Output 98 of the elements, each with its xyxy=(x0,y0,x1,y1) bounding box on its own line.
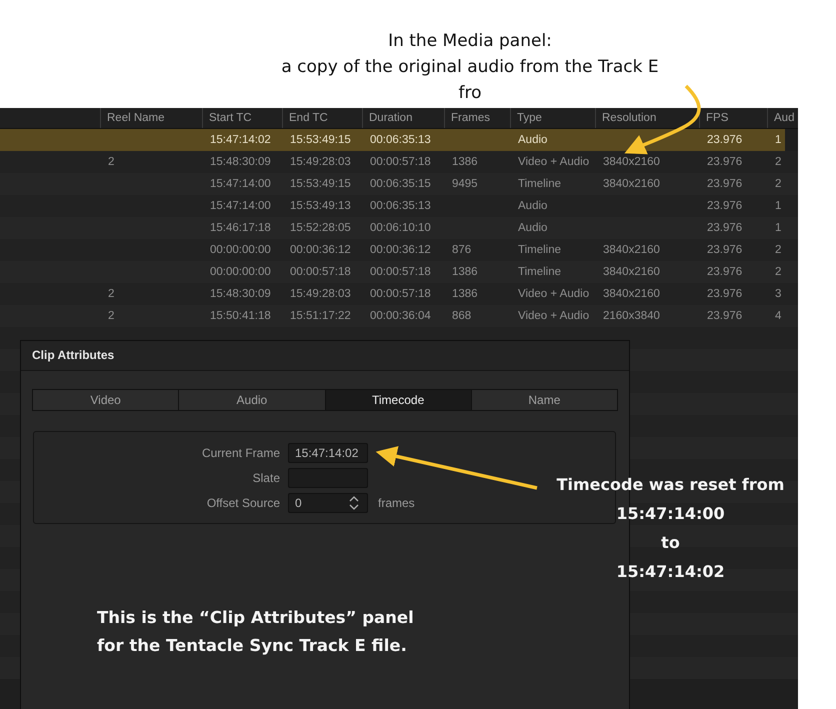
table-cell: 00:00:36:12 xyxy=(290,244,351,256)
table-cell: 00:00:57:18 xyxy=(290,266,351,278)
table-cell: 2 xyxy=(775,266,782,278)
spinner-field[interactable]: 0 xyxy=(288,492,368,512)
table-cell: Audio xyxy=(518,200,548,212)
table-cell: Audio xyxy=(518,222,548,234)
column-header[interactable]: Reel Name xyxy=(100,108,202,128)
table-cell: 15:53:49:15 xyxy=(290,134,351,146)
annotation-text: Timecode was reset from 15:47:14:00 to 15:47:14:02 xyxy=(556,474,786,583)
column-header[interactable]: Resolution xyxy=(595,108,699,128)
unit-label: frames xyxy=(378,496,415,510)
dialog-title: Clip Attributes xyxy=(21,341,629,371)
table-cell: 23.976 xyxy=(707,178,742,190)
field-label: Current Frame xyxy=(200,446,281,460)
table-cell: 15:53:49:15 xyxy=(290,178,351,190)
table-cell: Video + Audio xyxy=(518,156,590,168)
table-row[interactable]: 2 15:50:41:18 15:51:17:22 00:00:36:04 868 Video + Audio 2160x3840 23.976 4 xyxy=(0,305,798,327)
tab[interactable]: Timecode xyxy=(324,390,471,410)
table-cell: Audio xyxy=(518,134,548,146)
table-cell: 1386 xyxy=(452,266,478,278)
table-cell: 23.976 xyxy=(707,288,742,300)
table-cell: 15:47:14:00 xyxy=(210,200,271,212)
table-row[interactable]: 15:47:14:02 15:53:49:15 00:06:35:13 Audio 23.976 1 xyxy=(0,129,785,151)
table-cell: 15:51:17:22 xyxy=(290,310,351,322)
table-cell: 1 xyxy=(775,222,782,234)
table-cell: Timeline xyxy=(518,244,562,256)
column-header[interactable]: Type xyxy=(510,108,595,128)
table-cell: 15:46:17:18 xyxy=(210,222,271,234)
table-cell: 23.976 xyxy=(707,244,742,256)
table-cell: 2160x3840 xyxy=(603,310,660,322)
table-cell: 2 xyxy=(108,288,114,300)
table-cell: 15:47:14:00 xyxy=(210,178,271,190)
table-cell: 23.976 xyxy=(707,134,742,146)
table-cell: 3840x2160 xyxy=(603,178,660,190)
table-cell: 00:00:57:18 xyxy=(370,288,431,300)
table-cell: 15:49:28:03 xyxy=(290,288,351,300)
table-cell: 00:00:00:00 xyxy=(210,244,271,256)
table-cell: 3 xyxy=(775,288,782,300)
table-cell: 23.976 xyxy=(707,310,742,322)
table-cell: 1386 xyxy=(452,156,478,168)
table-cell: 2 xyxy=(108,156,114,168)
table-cell: 9495 xyxy=(452,178,478,190)
table-cell: 00:06:35:15 xyxy=(370,178,431,190)
tab[interactable]: Video xyxy=(33,390,178,410)
table-cell: 15:53:49:13 xyxy=(290,200,351,212)
column-header[interactable]: Duration xyxy=(362,108,444,128)
table-cell: 15:52:28:05 xyxy=(290,222,351,234)
table-cell: 00:06:10:10 xyxy=(370,222,431,234)
annotation-text: In the Media panel: a copy of the original audio from the Track E fro xyxy=(281,30,659,105)
tab[interactable]: Audio xyxy=(178,390,324,410)
table-cell: 23.976 xyxy=(707,266,742,278)
table-cell: 23.976 xyxy=(707,200,742,212)
annotation-text: This is the “Clip Attributes” panel for the Tentacle Sync Track E file. xyxy=(97,607,415,657)
table-cell: 00:00:57:18 xyxy=(370,156,431,168)
table-cell: 00:00:36:12 xyxy=(370,244,431,256)
input-field[interactable]: 15:47:14:02 xyxy=(288,442,368,462)
table-cell: 1386 xyxy=(452,288,478,300)
table-row[interactable]: 00:00:00:00 00:00:57:18 00:00:57:18 1386 Timeline 3840x2160 23.976 2 xyxy=(0,261,798,283)
table-cell: 15:48:30:09 xyxy=(210,156,271,168)
table-cell: 868 xyxy=(452,310,472,322)
table-cell: 1 xyxy=(775,200,782,212)
table-cell: 23.976 xyxy=(707,156,742,168)
column-header[interactable]: Start TC xyxy=(202,108,282,128)
table-cell: 00:06:35:13 xyxy=(370,200,431,212)
table-cell: 2 xyxy=(108,310,114,322)
table-cell: 2 xyxy=(775,156,782,168)
table-row[interactable]: 15:46:17:18 15:52:28:05 00:06:10:10 Audio 23.976 1 xyxy=(0,217,798,239)
table-cell: 00:00:36:04 xyxy=(370,310,431,322)
table-cell: 3840x2160 xyxy=(603,244,660,256)
table-cell: 23.976 xyxy=(707,222,742,234)
column-header[interactable]: End TC xyxy=(282,108,362,128)
table-cell: 876 xyxy=(452,244,472,256)
table-cell: 3840x2160 xyxy=(603,156,660,168)
table-cell: 15:47:14:02 xyxy=(210,134,271,146)
table-cell: 00:00:57:18 xyxy=(370,266,431,278)
table-cell: 15:48:30:09 xyxy=(210,288,271,300)
table-cell: 3840x2160 xyxy=(603,288,660,300)
column-header[interactable]: FPS xyxy=(699,108,767,128)
tab[interactable]: Name xyxy=(470,390,617,410)
column-header[interactable]: Aud xyxy=(767,108,798,128)
table-cell: Video + Audio xyxy=(518,310,590,322)
table-cell: 00:00:00:00 xyxy=(210,266,271,278)
field-label: Slate xyxy=(252,470,281,484)
stepper-icon[interactable] xyxy=(349,494,359,510)
table-cell: Video + Audio xyxy=(518,288,590,300)
table-cell: Timeline xyxy=(518,266,562,278)
table-cell: 15:50:41:18 xyxy=(210,310,271,322)
column-header[interactable]: Frames xyxy=(444,108,510,128)
table-cell: 1 xyxy=(775,134,782,146)
table-cell: 2 xyxy=(775,244,782,256)
field-label: Offset Source xyxy=(206,496,281,510)
table-cell: 00:06:35:13 xyxy=(370,134,431,146)
table-row[interactable]: 15:47:14:00 15:53:49:15 00:06:35:15 9495 Timeline 3840x2160 23.976 2 xyxy=(0,173,798,195)
table-cell: 2 xyxy=(775,178,782,190)
table-cell: Timeline xyxy=(518,178,562,190)
table-cell: 3840x2160 xyxy=(603,266,660,278)
table-cell: 4 xyxy=(775,310,782,322)
table-cell: 15:49:28:03 xyxy=(290,156,351,168)
